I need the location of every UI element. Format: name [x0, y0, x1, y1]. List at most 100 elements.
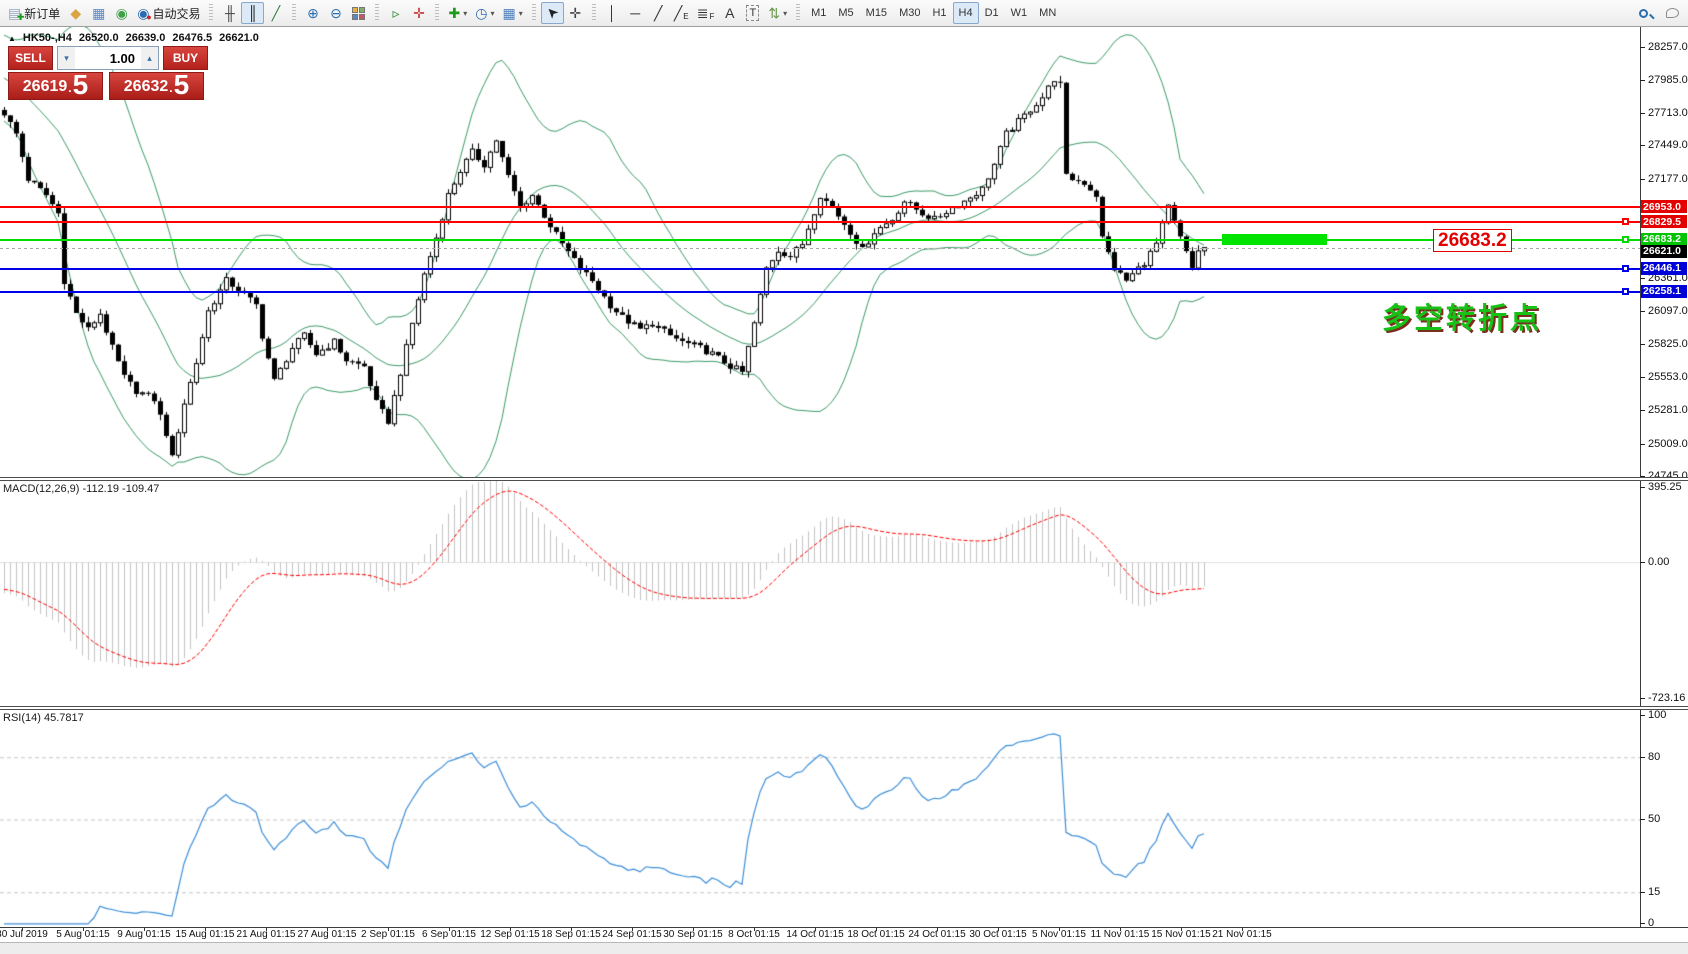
tf-m1-button[interactable]: M1: [805, 2, 832, 24]
terminal-window: ▲ HK50-,H4 26520.0 26639.0 26476.5 26621…: [0, 0, 1688, 954]
time-axis-tick: [449, 927, 450, 931]
tf-h1-button[interactable]: H1: [926, 2, 952, 24]
tf-d1-button[interactable]: D1: [979, 2, 1005, 24]
price-level-callout[interactable]: 26683.2: [1433, 229, 1512, 252]
zoom-in-button[interactable]: ⊕: [301, 2, 324, 24]
price-line-badge: 26953.0: [1641, 200, 1687, 213]
chart-window-button[interactable]: ▦: [87, 2, 110, 24]
crosshair-icon: ✛: [569, 6, 581, 20]
vertical-line-button[interactable]: │: [601, 2, 624, 24]
time-axis-tick: [1181, 927, 1182, 931]
equidistant-channel-icon: ╱: [674, 6, 682, 20]
tf-h4-button[interactable]: H4: [953, 2, 979, 24]
tf-w1-button[interactable]: W1: [1005, 2, 1034, 24]
template-button[interactable]: ▦▾: [498, 2, 526, 24]
buy-price-button[interactable]: 26632 . 5: [109, 72, 204, 100]
time-axis-border: [0, 927, 1688, 928]
horizontal-line-button[interactable]: ─: [624, 2, 647, 24]
new-chart-icon: ✛: [413, 6, 425, 20]
rsi-axis-tick: 50: [1640, 813, 1660, 825]
price-chart-canvas[interactable]: [0, 27, 1640, 477]
volume-increase-button[interactable]: ▴: [141, 47, 158, 69]
vertical-line-icon: │: [608, 6, 617, 20]
one-click-trading-panel: SELL ▾ 1.00 ▴ BUY 26619 . 5 26632 . 5: [8, 46, 208, 100]
dropdown-caret-icon: ▾: [490, 9, 494, 18]
horizontal-line-26258.1[interactable]: [0, 291, 1640, 293]
cursor-icon: ➤: [543, 4, 561, 22]
volume-input[interactable]: 1.00: [75, 47, 141, 69]
period-icon: ◷: [475, 6, 487, 20]
horizontal-line-26683.2[interactable]: [0, 239, 1640, 241]
tile-windows-button[interactable]: [347, 2, 370, 24]
dropdown-caret-icon: ▾: [463, 9, 467, 18]
toolbar-separator: [532, 4, 536, 22]
chat-button[interactable]: [1661, 2, 1684, 24]
buy-button[interactable]: BUY: [163, 46, 208, 70]
cursor-button[interactable]: ➤: [541, 2, 564, 24]
time-axis-tick: [22, 927, 23, 931]
time-axis[interactable]: 30 Jul 20195 Aug 01:159 Aug 01:1515 Aug …: [0, 929, 1640, 942]
rsi-indicator-canvas[interactable]: [0, 710, 1640, 927]
add-indicator-button[interactable]: ✚▾: [444, 2, 471, 24]
line-chart-type-button[interactable]: ╱: [264, 2, 287, 24]
horizontal-line-26829.5[interactable]: [0, 221, 1640, 223]
search-button[interactable]: [1635, 2, 1661, 24]
main-toolbar: ▤✚新订单◆▦◉◉●自动交易╫║╱⊕⊖▹✛✚▾◷▾▦▾➤✛│─╱╱E≣FAT⇅▾…: [0, 0, 1688, 27]
collapse-panel-icon[interactable]: ▲: [8, 34, 16, 44]
candlestick-chart-type-button[interactable]: ║: [241, 2, 264, 24]
horizontal-line-26953[interactable]: [0, 206, 1640, 208]
line-handle[interactable]: [1622, 288, 1629, 295]
new-order-button[interactable]: ▤✚新订单: [4, 2, 64, 24]
time-axis-tick: [754, 927, 755, 931]
line-handle[interactable]: [1622, 218, 1629, 225]
current-price-line: [0, 248, 1640, 249]
rsi-axis-tick: 15: [1640, 886, 1660, 898]
price-axis-tick: 25825.0: [1640, 338, 1688, 350]
bar-chart-type-button[interactable]: ╫: [218, 2, 241, 24]
candlestick-chart-type-icon: ║: [248, 6, 258, 20]
line-handle[interactable]: [1622, 236, 1629, 243]
tf-m5-button[interactable]: M5: [832, 2, 859, 24]
symbol-period-label: HK50-,H4: [23, 32, 72, 44]
tf-mn-button[interactable]: MN: [1033, 2, 1062, 24]
highlight-band[interactable]: [1222, 234, 1327, 245]
period-button[interactable]: ◷▾: [471, 2, 498, 24]
new-chart-button[interactable]: ✛: [407, 2, 430, 24]
volume-decrease-button[interactable]: ▾: [58, 47, 75, 69]
sell-price-button[interactable]: 26619 . 5: [8, 72, 103, 100]
price-axis-tick: 28257.0: [1640, 41, 1688, 53]
open-value: 26520.0: [79, 32, 119, 44]
indicator-window-button[interactable]: ▹: [384, 2, 407, 24]
tf-m15-button[interactable]: M15: [860, 2, 893, 24]
price-axis-tick: 27177.0: [1640, 173, 1688, 185]
panel-separator[interactable]: [0, 477, 1688, 481]
time-axis-tick: [571, 927, 572, 931]
macd-indicator-canvas[interactable]: [0, 481, 1640, 706]
macd-axis-tick: 0.00: [1640, 556, 1669, 568]
auto-trading-button[interactable]: ◉●自动交易: [133, 2, 204, 24]
bar-chart-type-icon: ╫: [225, 6, 235, 20]
eraser-button[interactable]: ◆: [64, 2, 87, 24]
signal-button[interactable]: ◉: [110, 2, 133, 24]
zoom-out-button[interactable]: ⊖: [324, 2, 347, 24]
toolbar-separator: [292, 4, 296, 22]
chart-region: ▲ HK50-,H4 26520.0 26639.0 26476.5 26621…: [0, 0, 1688, 954]
panel-separator[interactable]: [0, 706, 1688, 710]
sell-button[interactable]: SELL: [8, 46, 53, 70]
tf-m30-button[interactable]: M30: [893, 2, 926, 24]
equidistant-channel-button[interactable]: ╱E: [670, 2, 693, 24]
trendline-button[interactable]: ╱: [647, 2, 670, 24]
chart-annotation-text[interactable]: 多空转折点: [1382, 295, 1542, 337]
zoom-out-icon: ⊖: [330, 6, 342, 20]
fibonacci-button[interactable]: ≣F: [693, 2, 719, 24]
arrows-button[interactable]: ⇅▾: [764, 2, 791, 24]
text-label-button[interactable]: T: [741, 2, 764, 24]
time-axis-tick: [632, 927, 633, 931]
price-line-badge: 26446.1: [1641, 262, 1687, 275]
time-axis-tick: [1242, 927, 1243, 931]
crosshair-button[interactable]: ✛: [564, 2, 587, 24]
price-axis-tick: 27449.0: [1640, 139, 1688, 151]
horizontal-line-26446.1[interactable]: [0, 268, 1640, 270]
line-handle[interactable]: [1622, 265, 1629, 272]
text-button[interactable]: A: [718, 2, 741, 24]
